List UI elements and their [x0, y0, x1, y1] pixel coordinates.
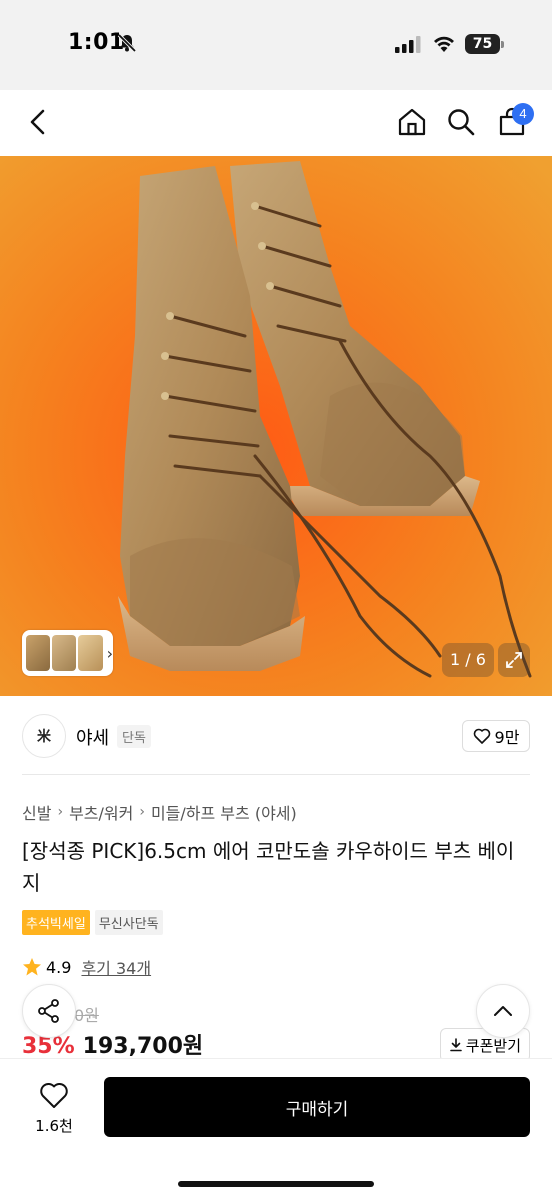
brand-row: ⽶ 야세 단독 9만 [22, 712, 530, 762]
wishlist-button[interactable]: 1.6천 [22, 1081, 86, 1141]
cellular-signal-icon [395, 36, 421, 53]
exclusive-tag: 무신사단독 [94, 910, 163, 935]
brand-logo[interactable]: ⽶ [22, 714, 66, 758]
home-indicator [178, 1181, 374, 1187]
download-icon [449, 1038, 462, 1052]
battery-level: 75 [465, 34, 500, 54]
heart-icon [473, 728, 490, 744]
scroll-to-top-button[interactable] [476, 984, 530, 1038]
home-icon [398, 108, 426, 136]
thumbnail-image[interactable] [26, 635, 51, 671]
chevron-up-icon [494, 1006, 512, 1016]
brand-logo-mark: ⽶ [37, 729, 51, 745]
buy-button[interactable]: 구매하기 [104, 1077, 530, 1137]
chevron-right-icon: › [106, 643, 114, 663]
expand-icon [506, 652, 522, 668]
wifi-icon [434, 36, 454, 52]
image-pager: 1 / 6 [442, 643, 494, 677]
product-image[interactable]: › 1 / 6 [0, 156, 552, 696]
thumbnail-image[interactable] [78, 635, 103, 671]
chevron-right-icon: › [139, 804, 145, 820]
thumbnail-image[interactable] [52, 635, 77, 671]
review-count-link[interactable]: 후기 34개 [81, 955, 151, 979]
expand-image-button[interactable] [498, 643, 530, 677]
cart-count-badge: 4 [512, 103, 534, 125]
top-navigation: 4 [0, 90, 552, 156]
product-tags: 추석빅세일 무신사단독 [22, 910, 163, 935]
bottom-action-bar: 1.6천 구매하기 [0, 1058, 552, 1200]
breadcrumb-item[interactable]: 신발 [22, 800, 51, 824]
cart-button[interactable]: 4 [490, 100, 534, 144]
back-button[interactable] [16, 100, 60, 144]
brand-name[interactable]: 야세 [76, 724, 109, 750]
status-bar: 1:01 75 [0, 0, 552, 90]
breadcrumb-item[interactable]: 미들/하프 부츠 (야세) [151, 800, 297, 824]
battery-indicator: 75 [465, 34, 505, 54]
search-icon [448, 109, 475, 136]
sale-price: 193,700원 [82, 1034, 204, 1059]
bell-off-icon [117, 33, 137, 53]
divider [22, 774, 530, 775]
original-price: 0원 [74, 1006, 99, 1025]
share-button[interactable] [22, 984, 76, 1038]
breadcrumb-item[interactable]: 부츠/워커 [69, 800, 133, 824]
brand-exclusive-tag: 단독 [117, 725, 151, 748]
product-photo-boots [0, 156, 552, 696]
home-button[interactable] [390, 100, 434, 144]
search-button[interactable] [439, 100, 483, 144]
battery-tip [501, 41, 504, 48]
wishlist-count: 1.6천 [35, 1117, 73, 1135]
coupon-label: 쿠폰받기 [465, 1036, 521, 1055]
share-icon [38, 999, 59, 1023]
chevron-right-icon: › [57, 804, 64, 820]
breadcrumb: 신발 › 부츠/워커 › 미들/하프 부츠 (야세) [22, 800, 297, 824]
rating-score: 4.9 [46, 957, 72, 977]
rating-row: 4.9 후기 34개 [22, 955, 151, 979]
brand-like-count: 9만 [494, 728, 520, 747]
brand-like-button[interactable]: 9만 [462, 720, 530, 752]
star-icon [23, 958, 41, 976]
product-title: [장석종 PICK]6.5cm 에어 코만도솔 카우하이드 부츠 베이지 [22, 839, 515, 895]
sale-tag: 추석빅세일 [22, 910, 90, 935]
thumbnail-strip[interactable]: › [22, 630, 113, 676]
heart-icon [40, 1082, 68, 1108]
chevron-left-icon [30, 109, 45, 135]
